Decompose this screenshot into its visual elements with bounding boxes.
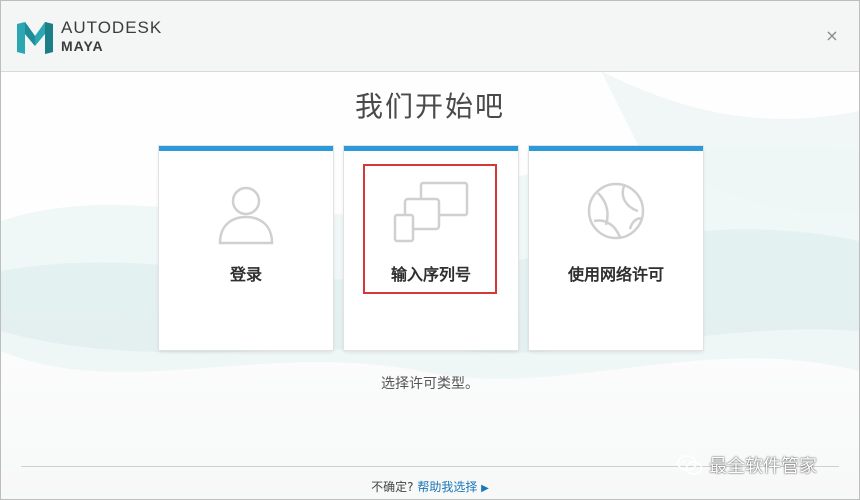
option-label: 使用网络许可 [567, 265, 664, 284]
devices-icon [393, 181, 469, 243]
option-serial-number[interactable]: 输入序列号 [344, 146, 518, 350]
license-dialog: AUTODESK MAYA × 我们开始吧 登录 输入序列号 使用网络许可 选择… [0, 0, 860, 500]
play-arrow-icon[interactable]: ▶ [481, 483, 489, 494]
instruction-text: 选择许可类型。 [381, 376, 479, 392]
network-globe-icon [587, 182, 645, 240]
help-me-choose-link[interactable]: 帮助我选择 [417, 480, 477, 494]
brand-logo: AUTODESK MAYA [61, 19, 162, 53]
help-prompt: 不确定? [371, 480, 414, 494]
header-bar: AUTODESK MAYA × [1, 1, 859, 72]
option-sign-in[interactable]: 登录 [159, 146, 333, 350]
wechat-icon [677, 455, 703, 475]
user-silhouette-icon [218, 186, 274, 245]
brand-line1: AUTODESK [61, 18, 163, 37]
watermark: 最全软件管家 [677, 452, 817, 478]
option-label: 输入序列号 [390, 265, 471, 284]
watermark-text: 最全软件管家 [709, 456, 817, 477]
maya-m-icon [17, 22, 53, 54]
option-network-license[interactable]: 使用网络许可 [529, 146, 703, 350]
help-row: 不确定? 帮助我选择 ▶ [1, 478, 859, 495]
option-label: 登录 [229, 265, 262, 284]
page-title: 我们开始吧 [354, 90, 505, 123]
close-icon[interactable]: × [823, 27, 841, 45]
brand-line2: MAYA [61, 38, 104, 54]
